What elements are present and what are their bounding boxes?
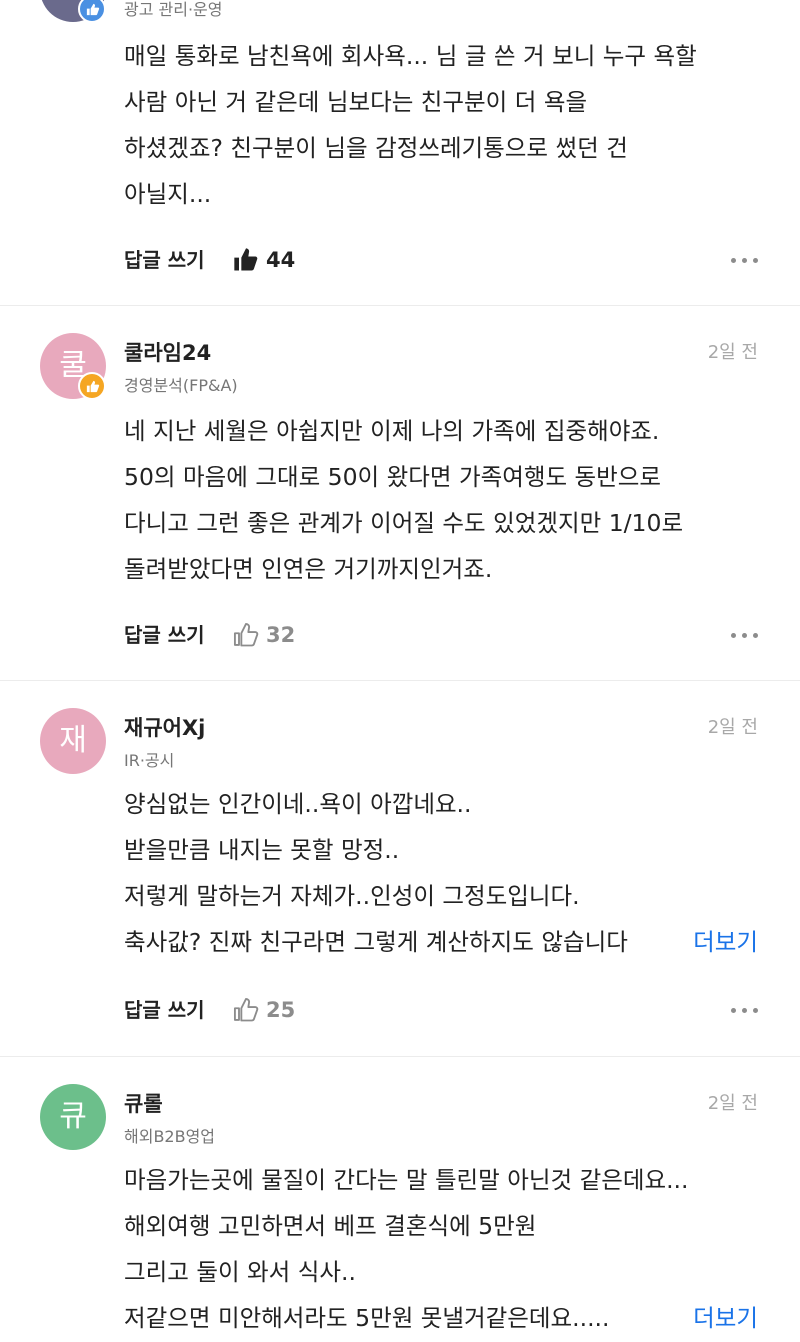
comment-line: 다니고 그런 좋은 관계가 이어질 수도 있었겠지만 1/10로 xyxy=(124,509,684,537)
comment-line: 돌려받았다면 인연은 거기까지인거죠. xyxy=(124,555,493,583)
comment-body: 양심없는 인간이네..욕이 아깝네요.. 받을만큼 내지는 못할 망정.. 저렇… xyxy=(124,781,758,965)
more-dots-icon[interactable] xyxy=(731,993,758,1027)
comment-time: 2일 전 xyxy=(707,342,758,363)
thumbs-up-outline-icon xyxy=(233,622,259,647)
comment-list: 광고 관리·운영 매일 통화로 남친욕에 회사욕... 님 글 쓴 거 보니 누… xyxy=(0,0,800,1342)
username[interactable]: 큐롤 xyxy=(124,1088,163,1118)
comment-body: 마음가는곳에 물질이 간다는 말 틀린말 아닌것 같은데요... 해외여행 고민… xyxy=(124,1157,758,1341)
like-count: 32 xyxy=(266,623,296,647)
avatar[interactable]: 재 xyxy=(40,708,106,774)
user-job: 해외B2B영업 xyxy=(124,1127,216,1146)
comment-line: 저같으면 미안해서라도 5만원 못낼거같은데요..... xyxy=(124,1304,610,1332)
comment-line: 50의 마음에 그대로 50이 왔다면 가족여행도 동반으로 xyxy=(124,463,662,491)
comment-item: 쿨 쿨라임24 경영분석(FP&A) 2일 전 네 지난 세월은 아쉽지만 이제… xyxy=(0,306,800,680)
comment-line: 마음가는곳에 물질이 간다는 말 틀린말 아닌것 같은데요... xyxy=(124,1166,689,1194)
like-count: 25 xyxy=(266,998,296,1022)
comment-line: 사람 아닌 거 같은데 님보다는 친구분이 더 욕을 xyxy=(124,88,588,116)
username[interactable]: 재규어Xj xyxy=(124,712,205,742)
thumbs-up-badge-icon xyxy=(78,0,106,23)
comment-line: 양심없는 인간이네..욕이 아깝네요.. xyxy=(124,790,472,818)
comment-line: 저렇게 말하는거 자체가..인성이 그정도입니다. xyxy=(124,882,580,910)
more-dots-icon[interactable] xyxy=(731,618,758,652)
like-button[interactable]: 44 xyxy=(232,243,295,277)
comment-line: 네 지난 세월은 아쉽지만 이제 나의 가족에 집중해야죠. xyxy=(124,417,660,445)
reply-button[interactable]: 답글 쓰기 xyxy=(124,618,205,652)
thumbs-up-outline-icon xyxy=(233,997,259,1022)
comment-line: 아닐지... xyxy=(124,180,212,208)
comment-body: 매일 통화로 남친욕에 회사욕... 님 글 쓴 거 보니 누구 욕할 사람 아… xyxy=(124,33,764,217)
user-job: 광고 관리·운영 xyxy=(124,0,223,19)
comment-line: 그리고 둘이 와서 식사.. xyxy=(124,1258,356,1286)
comment-line: 해외여행 고민하면서 베프 결혼식에 5만원 xyxy=(124,1212,537,1240)
like-count: 44 xyxy=(266,248,296,272)
comment-item: 큐 큐롤 해외B2B영업 2일 전 마음가는곳에 물질이 간다는 말 틀린말 아… xyxy=(0,1057,800,1342)
like-button[interactable]: 32 xyxy=(232,618,295,652)
comment-actions: 답글 쓰기 32 xyxy=(124,618,758,652)
comment-time: 2일 전 xyxy=(707,717,758,738)
comment-item: 광고 관리·운영 매일 통화로 남친욕에 회사욕... 님 글 쓴 거 보니 누… xyxy=(0,0,800,305)
comment-item: 재 재규어Xj IR·공시 2일 전 양심없는 인간이네..욕이 아깝네요.. … xyxy=(0,681,800,1056)
comment-line: 축사값? 진짜 친구라면 그렇게 계산하지도 않습니다 xyxy=(124,928,628,956)
more-dots-icon[interactable] xyxy=(731,243,758,277)
more-link[interactable]: 더보기 xyxy=(687,1295,758,1341)
reply-button[interactable]: 답글 쓰기 xyxy=(124,993,205,1027)
comment-line: 매일 통화로 남친욕에 회사욕... 님 글 쓴 거 보니 누구 욕할 xyxy=(124,42,697,70)
user-job: IR·공시 xyxy=(124,751,175,770)
thumbs-up-badge-icon xyxy=(78,372,106,400)
avatar[interactable]: 큐 xyxy=(40,1084,106,1150)
comment-time: 2일 전 xyxy=(707,1093,758,1114)
comment-actions: 답글 쓰기 44 xyxy=(124,243,758,277)
comment-line: 하셨겠죠? 친구분이 님을 감정쓰레기통으로 썼던 건 xyxy=(124,134,628,162)
comment-line-truncated: 축사값? 진짜 친구라면 그렇게 계산하지도 않습니다 더보기 xyxy=(124,919,758,965)
comment-line: 받을만큼 내지는 못할 망정.. xyxy=(124,836,400,864)
more-link[interactable]: 더보기 xyxy=(687,919,758,965)
like-button[interactable]: 25 xyxy=(232,993,295,1027)
user-job: 경영분석(FP&A) xyxy=(124,376,238,395)
username[interactable]: 쿨라임24 xyxy=(124,337,211,367)
reply-button[interactable]: 답글 쓰기 xyxy=(124,243,205,277)
comment-body: 네 지난 세월은 아쉽지만 이제 나의 가족에 집중해야죠. 50의 마음에 그… xyxy=(124,408,764,592)
thumbs-up-filled-icon xyxy=(234,248,258,271)
comment-line-truncated: 저같으면 미안해서라도 5만원 못낼거같은데요..... 더보기 xyxy=(124,1295,758,1341)
comment-actions: 답글 쓰기 25 xyxy=(124,993,758,1027)
